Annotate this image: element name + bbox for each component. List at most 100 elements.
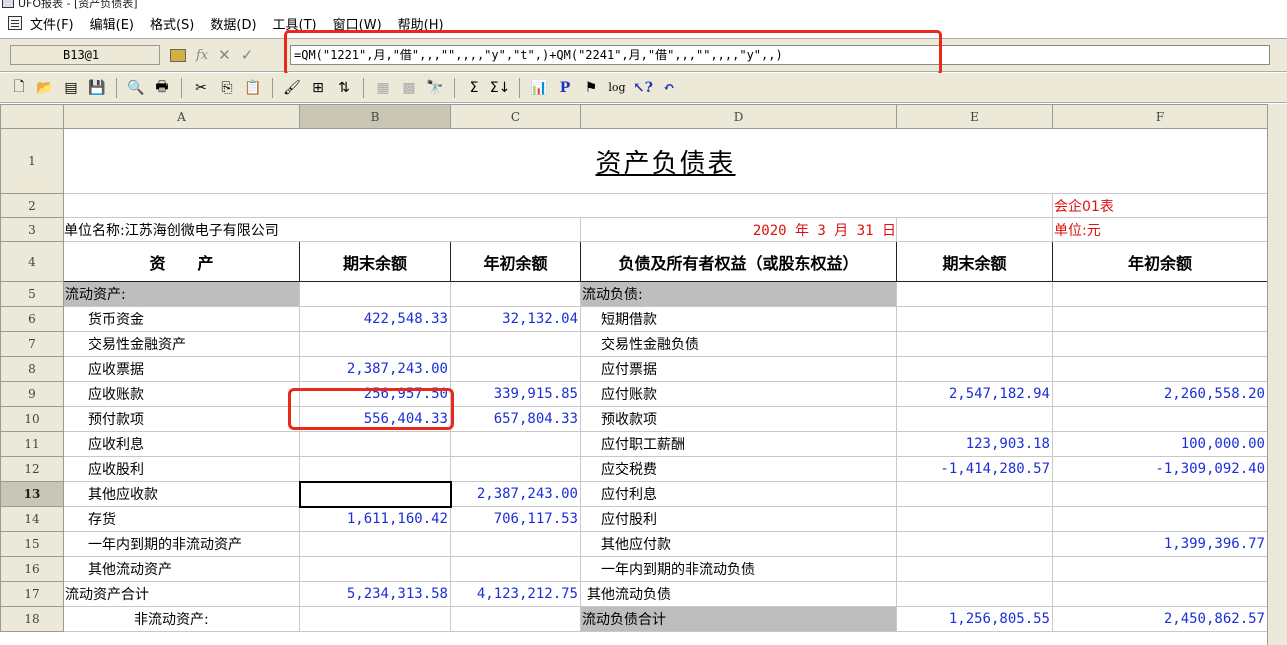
table-icon[interactable]: ▩: [400, 79, 418, 97]
liability-item-cell[interactable]: 应付职工薪酬: [580, 431, 897, 457]
liability-item-cell[interactable]: 流动负债:: [580, 281, 897, 307]
row-header[interactable]: 6: [0, 306, 64, 332]
ending-balance-cell[interactable]: [299, 331, 451, 357]
empty-cell[interactable]: [63, 193, 1053, 218]
report-date[interactable]: 2020 年 3 月 31 日: [580, 217, 897, 242]
row-header[interactable]: 5: [0, 281, 64, 307]
beginning-balance-cell[interactable]: [450, 281, 581, 307]
liability-item-cell[interactable]: 交易性金融负债: [580, 331, 897, 357]
liability-item-cell[interactable]: 其他流动负债: [580, 581, 897, 607]
liability-item-cell[interactable]: 一年内到期的非流动负债: [580, 556, 897, 582]
ending-balance-cell[interactable]: [299, 531, 451, 557]
row-header[interactable]: 7: [0, 331, 64, 357]
liability-ending-balance-cell[interactable]: 1,256,805.55: [896, 606, 1053, 632]
ending-balance-cell[interactable]: 5,234,313.58: [299, 581, 451, 607]
header-liabilities-equity[interactable]: 负债及所有者权益（或股东权益）: [580, 241, 897, 282]
liability-ending-balance-cell[interactable]: [896, 306, 1053, 332]
beginning-balance-cell[interactable]: [450, 606, 581, 632]
menu-data[interactable]: 数据(D): [210, 14, 256, 33]
p-icon[interactable]: P: [556, 79, 574, 97]
liability-item-cell[interactable]: 应付票据: [580, 356, 897, 382]
format-painter-icon[interactable]: 🖌: [283, 79, 301, 97]
header-ending-balance[interactable]: 期末余额: [299, 241, 451, 282]
liability-beginning-balance-cell[interactable]: -1,309,092.40: [1052, 456, 1268, 482]
row-header[interactable]: 12: [0, 456, 64, 482]
liability-beginning-balance-cell[interactable]: [1052, 331, 1268, 357]
find-icon[interactable]: 🔭: [426, 79, 444, 97]
asset-item-cell[interactable]: 货币资金: [63, 306, 300, 332]
liability-ending-balance-cell[interactable]: [896, 581, 1053, 607]
liability-item-cell[interactable]: 应付利息: [580, 481, 897, 507]
liability-ending-balance-cell[interactable]: [896, 556, 1053, 582]
open-folder-icon[interactable]: 📂: [36, 79, 54, 97]
sum-column-icon[interactable]: Σ↓: [490, 79, 511, 97]
beginning-balance-cell[interactable]: [450, 431, 581, 457]
menu-window[interactable]: 窗口(W): [333, 14, 382, 33]
row-header[interactable]: 11: [0, 431, 64, 457]
row-header[interactable]: 18: [0, 606, 64, 632]
beginning-balance-cell[interactable]: 339,915.85: [450, 381, 581, 407]
flag-icon[interactable]: ⚑: [582, 79, 600, 97]
row-header[interactable]: 14: [0, 506, 64, 532]
grid-icon[interactable]: ▦: [374, 79, 392, 97]
row-header[interactable]: 15: [0, 531, 64, 557]
liability-beginning-balance-cell[interactable]: [1052, 481, 1268, 507]
sort-icon[interactable]: ⇅: [335, 79, 353, 97]
asset-item-cell[interactable]: 交易性金融资产: [63, 331, 300, 357]
menu-tools[interactable]: 工具(T): [273, 14, 317, 33]
ending-balance-cell[interactable]: 422,548.33: [299, 306, 451, 332]
ending-balance-cell[interactable]: 256,957.50: [299, 381, 451, 407]
ending-balance-cell[interactable]: [299, 556, 451, 582]
column-header-c[interactable]: C: [450, 104, 581, 129]
paste-icon[interactable]: 📋: [244, 79, 262, 97]
row-header[interactable]: 4: [0, 241, 64, 282]
menu-help[interactable]: 帮助(H): [398, 14, 444, 33]
ending-balance-cell[interactable]: [299, 281, 451, 307]
beginning-balance-cell[interactable]: 4,123,212.75: [450, 581, 581, 607]
row-header[interactable]: 13: [0, 481, 64, 507]
fx-icon[interactable]: fx: [196, 48, 208, 63]
liability-item-cell[interactable]: 短期借款: [580, 306, 897, 332]
selected-cell-b13[interactable]: [298, 480, 452, 508]
menu-format[interactable]: 格式(S): [150, 14, 194, 33]
liability-beginning-balance-cell[interactable]: [1052, 581, 1268, 607]
insert-icon[interactable]: ⊞: [309, 79, 327, 97]
document-icon[interactable]: [8, 16, 22, 30]
help-pointer-icon[interactable]: ↖?: [633, 79, 653, 97]
asset-item-cell[interactable]: 非流动资产:: [63, 606, 300, 632]
row-header[interactable]: 17: [0, 581, 64, 607]
liability-beginning-balance-cell[interactable]: [1052, 306, 1268, 332]
unit-label[interactable]: 单位:元: [1052, 217, 1268, 242]
beginning-balance-cell[interactable]: [450, 556, 581, 582]
header-ending-balance[interactable]: 期末余额: [896, 241, 1053, 282]
asset-item-cell[interactable]: 流动资产合计: [63, 581, 300, 607]
liability-ending-balance-cell[interactable]: -1,414,280.57: [896, 456, 1053, 482]
liability-beginning-balance-cell[interactable]: [1052, 406, 1268, 432]
liability-item-cell[interactable]: 应付股利: [580, 506, 897, 532]
row-header[interactable]: 16: [0, 556, 64, 582]
ending-balance-cell[interactable]: 1,611,160.42: [299, 506, 451, 532]
copy-icon[interactable]: ⎘: [218, 79, 236, 97]
liability-beginning-balance-cell[interactable]: [1052, 506, 1268, 532]
form-number[interactable]: 会企01表: [1052, 193, 1268, 218]
liability-ending-balance-cell[interactable]: 2,547,182.94: [896, 381, 1053, 407]
report-title-cell[interactable]: 资产负债表: [63, 128, 1268, 194]
asset-item-cell[interactable]: 应收股利: [63, 456, 300, 482]
beginning-balance-cell[interactable]: [450, 531, 581, 557]
corner-header[interactable]: [0, 104, 64, 129]
formula-input[interactable]: =QM("1221",月,"借",,,"",,,,"y","t",)+QM("2…: [290, 45, 1270, 65]
liability-ending-balance-cell[interactable]: [896, 531, 1053, 557]
liability-beginning-balance-cell[interactable]: [1052, 556, 1268, 582]
liability-ending-balance-cell[interactable]: [896, 506, 1053, 532]
empty-cell[interactable]: [896, 217, 1053, 242]
asset-item-cell[interactable]: 预付款项: [63, 406, 300, 432]
ending-balance-cell[interactable]: [299, 606, 451, 632]
liability-beginning-balance-cell[interactable]: 100,000.00: [1052, 431, 1268, 457]
ending-balance-cell[interactable]: [299, 456, 451, 482]
ending-balance-cell[interactable]: 556,404.33: [299, 406, 451, 432]
print-icon[interactable]: 🖶: [153, 79, 171, 97]
sum-icon[interactable]: Σ: [465, 79, 483, 97]
row-header[interactable]: 10: [0, 406, 64, 432]
header-beginning-balance[interactable]: 年初余额: [1052, 241, 1268, 282]
liability-beginning-balance-cell[interactable]: [1052, 281, 1268, 307]
